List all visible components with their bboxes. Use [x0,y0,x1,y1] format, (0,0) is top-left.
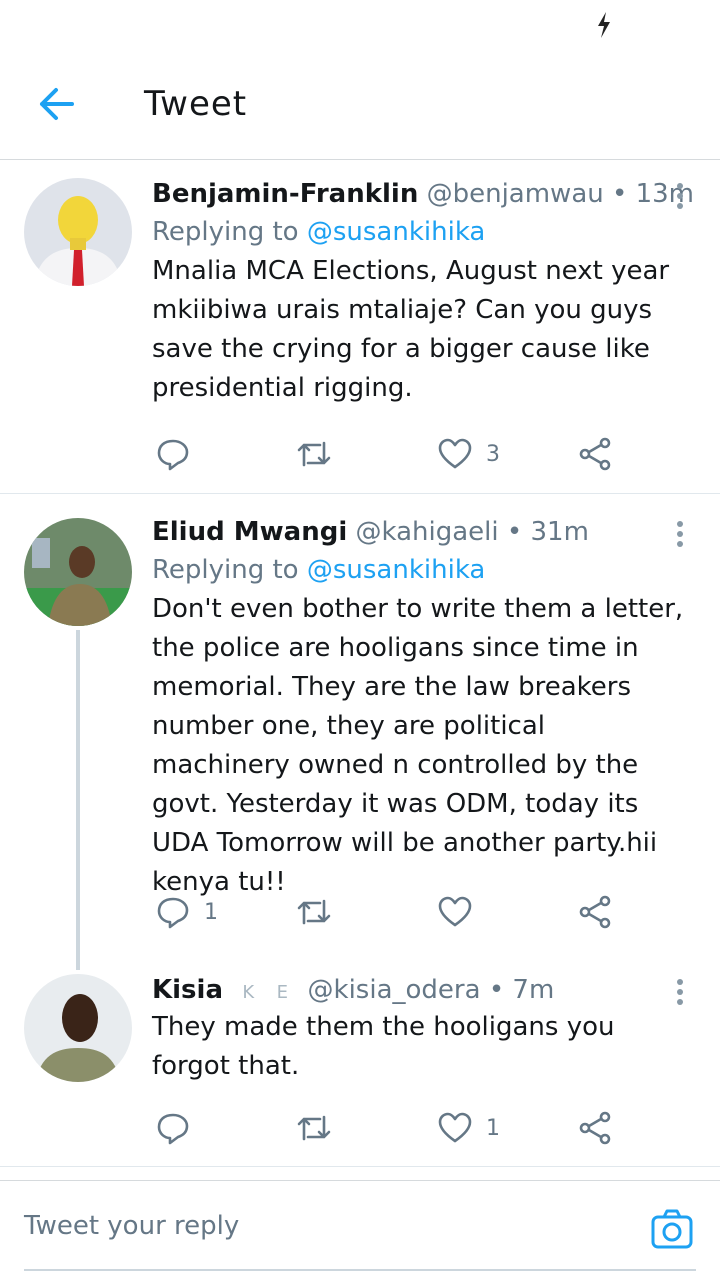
replying-to: Replying to @susankihika [152,212,684,252]
reply-icon [157,897,189,929]
tweet-header: Kisia KE @kisia_odera • 7m [152,972,684,1008]
like-count: 1 [486,1115,500,1141]
timestamp: • 7m [488,975,555,1005]
timestamp: • 31m [506,517,589,547]
tweet-3[interactable]: Kisia KE @kisia_odera • 7m They made the… [0,964,720,1167]
retweet-icon [297,899,331,925]
tweet-2[interactable]: Eliud Mwangi @kahigaeli • 31m Replying t… [0,494,720,970]
share-icon [579,895,611,929]
thread-line [76,630,80,970]
retweet-button[interactable] [296,1106,346,1150]
share-icon [579,437,611,471]
tweet-actions: 3 [152,432,720,476]
tweet-text: They made them the hooligans you forgot … [152,1012,615,1081]
avatar[interactable] [24,518,132,626]
page-title: Tweet [144,84,248,124]
replying-label: Replying to [152,217,299,247]
tweet-text: Mnalia MCA Elections, August next year m… [152,256,670,403]
app-bar: Tweet [0,50,720,160]
mention-link[interactable]: @susankihika [307,555,486,585]
badge-e: E [276,982,288,1003]
author-name[interactable]: Eliud Mwangi [152,517,347,547]
reply-icon [157,1113,189,1145]
divider [0,1166,720,1167]
tweet-1[interactable]: Benjamin-Franklin @benjamwau • 13m Reply… [0,160,720,494]
share-button[interactable] [578,1106,612,1150]
tweet-header: Benjamin-Franklin @benjamwau • 13m [152,176,694,212]
mention-link[interactable]: @susankihika [307,217,486,247]
more-icon[interactable] [670,180,690,212]
like-button[interactable]: 1 [438,1106,500,1150]
badge-k: K [242,982,255,1003]
share-button[interactable] [578,890,612,934]
reply-button[interactable] [156,432,204,476]
author-handle[interactable]: @kahigaeli [356,517,499,547]
avatar[interactable] [24,974,132,1082]
tweet-actions: 1 [152,890,720,934]
share-icon [579,1111,611,1145]
author-name[interactable]: Kisia [152,975,223,1005]
retweet-button[interactable] [296,432,346,476]
input-underline [24,1269,696,1271]
share-button[interactable] [578,432,612,476]
like-icon [438,1112,472,1143]
replying-to: Replying to @susankihika [152,550,684,590]
like-button[interactable] [438,890,486,934]
camera-icon[interactable] [650,1207,694,1251]
like-icon [438,896,472,927]
back-arrow-icon[interactable] [34,82,78,126]
reply-composer: Tweet your reply [0,1180,720,1271]
more-icon[interactable] [670,518,690,550]
retweet-icon [297,441,331,467]
more-icon[interactable] [670,976,690,1008]
retweet-icon [297,1115,331,1141]
avatar[interactable] [24,178,132,286]
tweet-text: Don't even bother to write them a letter… [152,594,684,897]
like-icon [438,438,472,469]
reply-count: 1 [204,899,218,925]
tweet-actions: 1 [152,1106,720,1150]
author-name[interactable]: Benjamin-Franklin [152,179,418,209]
lightning-icon [598,12,610,38]
author-handle[interactable]: @benjamwau [427,179,604,209]
status-bar [0,0,720,50]
like-count: 3 [486,441,500,467]
reply-button[interactable]: 1 [156,890,218,934]
reply-button[interactable] [156,1106,204,1150]
tweet-header: Eliud Mwangi @kahigaeli • 31m [152,514,684,550]
reply-icon [157,439,189,471]
author-handle[interactable]: @kisia_odera [308,975,481,1005]
replying-label: Replying to [152,555,299,585]
retweet-button[interactable] [296,890,346,934]
like-button[interactable]: 3 [438,432,500,476]
reply-input[interactable]: Tweet your reply [24,1211,239,1241]
